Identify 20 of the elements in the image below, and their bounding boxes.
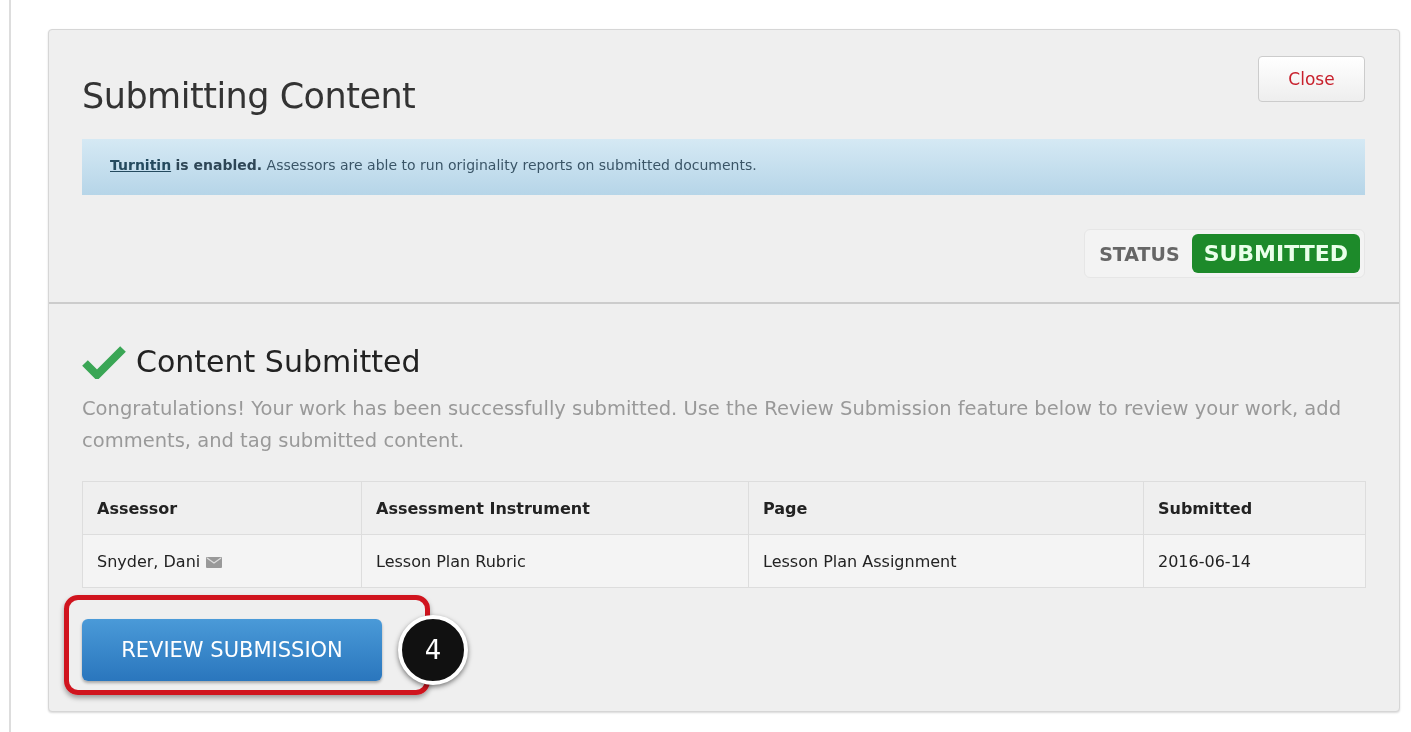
envelope-icon[interactable] (206, 556, 223, 568)
checkmark-icon (82, 344, 126, 379)
table-cell: Lesson Plan Assignment (748, 534, 1144, 588)
success-message: Congratulations! Your work has been successfully submitted. Use the Review Submission feature below to review your work, add comments, and tag submitted content. (82, 396, 1343, 454)
step-badge: 4 (398, 615, 468, 685)
column-header: Assessment Instrument (361, 481, 749, 535)
table-cell: Lesson Plan Rubric (361, 534, 749, 588)
status-badge: SUBMITTED (1191, 234, 1360, 273)
turnitin-link[interactable]: Turnitin (110, 157, 172, 173)
review-submission-button[interactable]: REVIEW SUBMISSION (82, 619, 382, 681)
assessor-name: Snyder, Dani (97, 551, 201, 571)
column-header: Assessor (82, 481, 362, 535)
dialog-title: Submitting Content (82, 76, 416, 116)
column-header: Page (748, 481, 1144, 535)
table-cell: 2016-06-14 (1143, 534, 1366, 588)
notice-message: Turnitin is enabled. Assessors are able to run originality reports on submitted documents. (82, 139, 1365, 195)
column-header: Submitted (1143, 481, 1366, 535)
close-button[interactable]: Close (1258, 56, 1365, 102)
status-label: STATUS (1099, 242, 1180, 265)
section-heading: Content Submitted (136, 344, 421, 379)
